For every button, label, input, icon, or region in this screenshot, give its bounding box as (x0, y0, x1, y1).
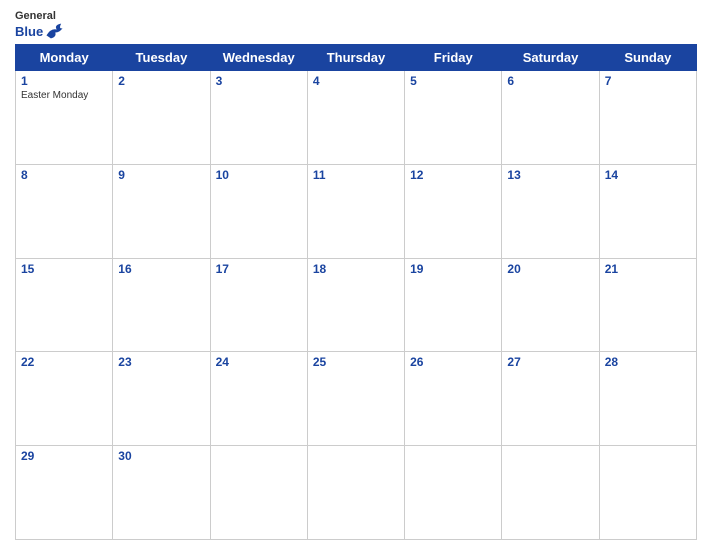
calendar-cell: 17 (210, 258, 307, 352)
calendar-cell: 6 (502, 71, 599, 165)
calendar-cell: 24 (210, 352, 307, 446)
day-number: 16 (118, 262, 204, 276)
calendar-cell: 25 (307, 352, 404, 446)
calendar-cell: 23 (113, 352, 210, 446)
day-number: 14 (605, 168, 691, 182)
calendar-cell: 19 (405, 258, 502, 352)
calendar-cell: 21 (599, 258, 696, 352)
week-row-1: 1 Easter Monday 234567 (16, 71, 697, 165)
calendar-cell: 20 (502, 258, 599, 352)
logo-blue-text: Blue (15, 24, 43, 39)
calendar-cell: 27 (502, 352, 599, 446)
day-number: 5 (410, 74, 496, 88)
weekday-header-row: MondayTuesdayWednesdayThursdayFridaySatu… (16, 45, 697, 71)
logo-bird-icon (45, 22, 67, 40)
calendar-header: General Blue (15, 10, 697, 40)
day-number: 1 (21, 74, 107, 88)
holiday-label: Easter Monday (21, 90, 107, 101)
calendar-cell (210, 446, 307, 540)
calendar-cell: 3 (210, 71, 307, 165)
week-row-4: 22 23 24 25 26 27 28 (16, 352, 697, 446)
calendar-cell: 7 (599, 71, 696, 165)
calendar-cell: 16 (113, 258, 210, 352)
calendar-cell: 14 (599, 164, 696, 258)
calendar-cell (405, 446, 502, 540)
week-row-2: 89 10 11 12 13 14 (16, 164, 697, 258)
day-number: 20 (507, 262, 593, 276)
calendar-cell: 30 (113, 446, 210, 540)
day-number: 4 (313, 74, 399, 88)
calendar-cell: 1 Easter Monday (16, 71, 113, 165)
day-number: 2 (118, 74, 204, 88)
day-number: 17 (216, 262, 302, 276)
day-number: 8 (21, 168, 107, 182)
calendar-cell: 29 (16, 446, 113, 540)
calendar-cell: 8 (16, 164, 113, 258)
weekday-header-saturday: Saturday (502, 45, 599, 71)
day-number: 30 (118, 449, 204, 463)
calendar-cell (502, 446, 599, 540)
weekday-header-thursday: Thursday (307, 45, 404, 71)
calendar-cell: 22 (16, 352, 113, 446)
day-number: 29 (21, 449, 107, 463)
day-number: 22 (21, 355, 107, 369)
calendar-cell: 9 (113, 164, 210, 258)
weekday-header-wednesday: Wednesday (210, 45, 307, 71)
day-number: 27 (507, 355, 593, 369)
calendar-cell: 12 (405, 164, 502, 258)
day-number: 9 (118, 168, 204, 182)
logo: General Blue (15, 10, 67, 40)
day-number: 6 (507, 74, 593, 88)
calendar-cell: 2 (113, 71, 210, 165)
calendar-table: MondayTuesdayWednesdayThursdayFridaySatu… (15, 44, 697, 540)
day-number: 25 (313, 355, 399, 369)
day-number: 21 (605, 262, 691, 276)
day-number: 10 (216, 168, 302, 182)
calendar-cell: 28 (599, 352, 696, 446)
day-number: 24 (216, 355, 302, 369)
calendar-cell (599, 446, 696, 540)
calendar-cell: 26 (405, 352, 502, 446)
calendar-cell: 11 (307, 164, 404, 258)
day-number: 19 (410, 262, 496, 276)
calendar-cell: 4 (307, 71, 404, 165)
day-number: 26 (410, 355, 496, 369)
calendar-cell: 5 (405, 71, 502, 165)
day-number: 11 (313, 168, 399, 182)
day-number: 3 (216, 74, 302, 88)
calendar-cell (307, 446, 404, 540)
day-number: 13 (507, 168, 593, 182)
weekday-header-monday: Monday (16, 45, 113, 71)
day-number: 7 (605, 74, 691, 88)
calendar-cell: 10 (210, 164, 307, 258)
logo-general-text: General (15, 10, 56, 22)
weekday-header-sunday: Sunday (599, 45, 696, 71)
weekday-header-friday: Friday (405, 45, 502, 71)
day-number: 12 (410, 168, 496, 182)
week-row-5: 29 30 (16, 446, 697, 540)
day-number: 23 (118, 355, 204, 369)
calendar-cell: 15 (16, 258, 113, 352)
day-number: 15 (21, 262, 107, 276)
calendar-cell: 18 (307, 258, 404, 352)
day-number: 18 (313, 262, 399, 276)
weekday-header-tuesday: Tuesday (113, 45, 210, 71)
week-row-3: 15 16 17 18 19 20 21 (16, 258, 697, 352)
day-number: 28 (605, 355, 691, 369)
calendar-cell: 13 (502, 164, 599, 258)
